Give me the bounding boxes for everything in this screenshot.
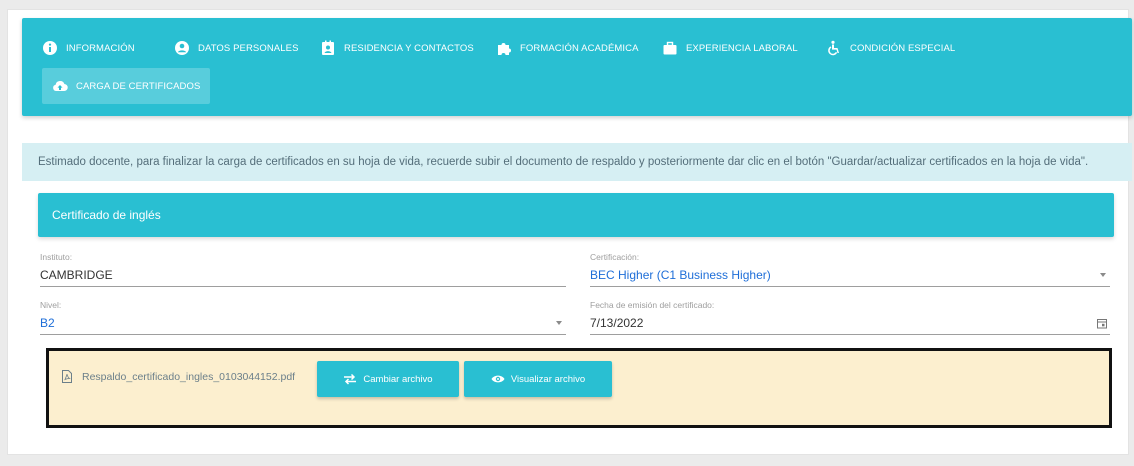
fecha-input[interactable]: 7/13/2022 <box>590 313 1110 335</box>
change-file-label: Cambiar archivo <box>363 373 433 385</box>
instituto-label: Instituto: <box>40 252 73 262</box>
chevron-down-icon <box>556 321 562 325</box>
briefcase-icon <box>663 41 677 55</box>
tab-formacion-academica[interactable]: FORMACIÓN ACADÉMICA <box>496 34 639 62</box>
nivel-value: B2 <box>40 316 55 330</box>
nivel-field: Nivel: B2 <box>40 300 566 335</box>
certificacion-value: BEC Higher (C1 Business Higher) <box>590 268 771 282</box>
file-upload-panel: Respaldo_certificado_ingles_0103044152.p… <box>46 348 1112 428</box>
calendar-icon[interactable] <box>1096 317 1108 329</box>
instruction-notice: Estimado docente, para finalizar la carg… <box>22 143 1132 181</box>
certificacion-select[interactable]: BEC Higher (C1 Business Higher) <box>590 265 1110 287</box>
chevron-down-icon <box>1100 273 1106 277</box>
tab-residencia-contactos-label: RESIDENCIA Y CONTACTOS <box>344 42 474 54</box>
tab-datos-personales[interactable]: DATOS PERSONALES <box>174 34 299 62</box>
tab-experiencia-laboral[interactable]: EXPERIENCIA LABORAL <box>662 34 798 62</box>
instituto-field: Instituto: CAMBRIDGE <box>40 252 566 287</box>
tab-residencia-contactos[interactable]: RESIDENCIA Y CONTACTOS <box>320 34 474 62</box>
pdf-file-icon <box>62 370 72 383</box>
tab-datos-personales-label: DATOS PERSONALES <box>198 42 299 54</box>
view-file-button[interactable]: Visualizar archivo <box>464 361 612 397</box>
file-name-text: Respaldo_certificado_ingles_0103044152.p… <box>82 370 296 383</box>
tab-carga-certificados[interactable]: CARGA DE CERTIFICADOS <box>42 68 211 104</box>
tab-formacion-academica-label: FORMACIÓN ACADÉMICA <box>520 42 639 54</box>
tab-experiencia-laboral-label: EXPERIENCIA LABORAL <box>686 42 798 54</box>
tab-condicion-especial-label: CONDICIÓN ESPECIAL <box>850 42 956 54</box>
section-nav: INFORMACIÓN DATOS PERSONALES RESIDENCIA … <box>22 18 1132 116</box>
certificacion-field: Certificación: BEC Higher (C1 Business H… <box>590 252 1110 287</box>
tab-condicion-especial[interactable]: CONDICIÓN ESPECIAL <box>826 34 955 62</box>
fecha-field: Fecha de emisión del certificado: 7/13/2… <box>590 300 1110 335</box>
accessibility-icon <box>828 40 839 56</box>
user-circle-icon <box>175 41 189 55</box>
card-title: Certificado de inglés <box>52 208 161 222</box>
tab-carga-certificados-label: CARGA DE CERTIFICADOS <box>76 80 201 92</box>
fecha-value: 7/13/2022 <box>590 316 644 330</box>
info-icon <box>43 41 57 55</box>
nivel-select[interactable]: B2 <box>40 313 566 335</box>
contacts-icon <box>322 40 334 55</box>
view-file-label: Visualizar archivo <box>510 373 586 385</box>
uploaded-file: Respaldo_certificado_ingles_0103044152.p… <box>61 370 295 383</box>
certificate-card-header: Certificado de inglés <box>38 193 1114 237</box>
nivel-label: Nivel: <box>40 300 62 310</box>
fecha-label: Fecha de emisión del certificado: <box>590 300 715 310</box>
swap-icon <box>344 373 357 385</box>
cloud-upload-icon <box>53 81 68 92</box>
eye-icon <box>491 375 505 383</box>
change-file-button[interactable]: Cambiar archivo <box>317 361 459 397</box>
instituto-input[interactable]: CAMBRIDGE <box>40 265 566 287</box>
tab-informacion[interactable]: INFORMACIÓN <box>42 34 135 62</box>
certificacion-label: Certificación: <box>590 252 640 262</box>
tab-informacion-label: INFORMACIÓN <box>66 42 135 54</box>
puzzle-icon <box>498 43 511 55</box>
instituto-value: CAMBRIDGE <box>40 268 113 282</box>
